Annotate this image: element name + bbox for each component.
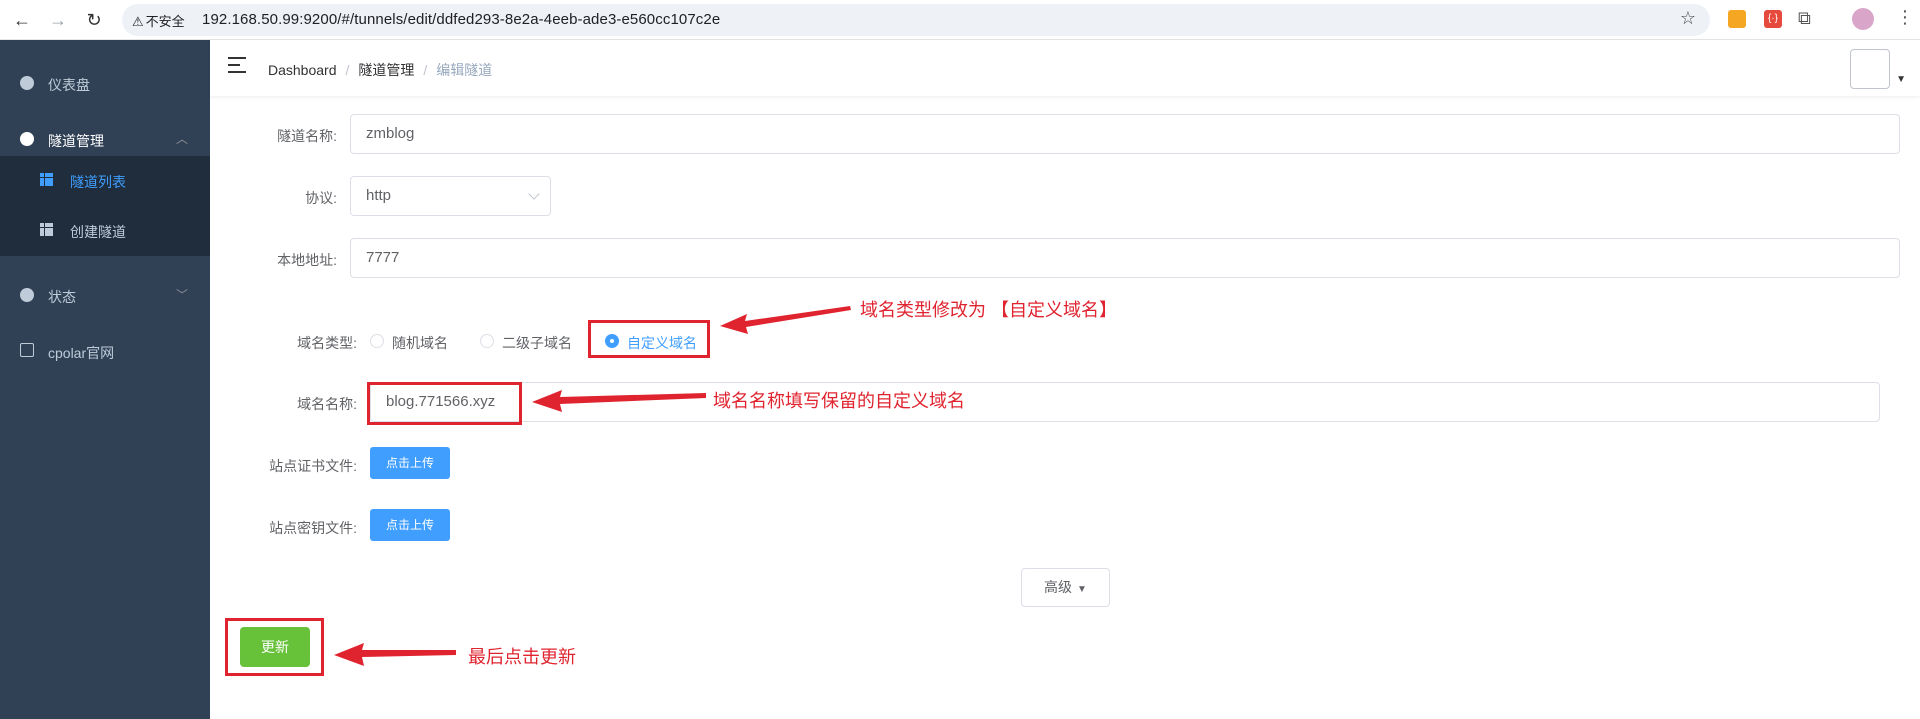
plus-circle-icon bbox=[20, 288, 34, 302]
grid-icon bbox=[40, 223, 53, 236]
sidebar-item-label: 创建隧道 bbox=[70, 224, 126, 240]
breadcrumb-edit-tunnel: 编辑隧道 bbox=[436, 62, 493, 78]
extension-json-icon[interactable]: {·} bbox=[1764, 10, 1782, 28]
key-file-label: 站点密钥文件: bbox=[269, 520, 357, 536]
chevron-down-icon bbox=[528, 188, 540, 200]
annotation-update-note: 最后点击更新 bbox=[468, 647, 576, 667]
tunnel-name-label: 隧道名称: bbox=[277, 128, 337, 144]
sidebar-item-status[interactable]: 状态 ﹀ bbox=[0, 268, 210, 324]
caret-down-icon: ▼ bbox=[1077, 584, 1087, 595]
protocol-value: http bbox=[366, 187, 392, 204]
annotation-domain-type-note: 域名类型修改为 【自定义域名】 bbox=[860, 300, 1117, 320]
sidebar-item-label: 隧道列表 bbox=[70, 174, 126, 190]
advanced-label: 高级 bbox=[1044, 579, 1073, 595]
sidebar-item-create-tunnel[interactable]: 创建隧道 bbox=[0, 206, 210, 256]
sidebar-item-label: 隧道管理 bbox=[48, 133, 104, 149]
advanced-button[interactable]: 高级 ▼ bbox=[1021, 568, 1110, 607]
reload-icon[interactable]: ↻ bbox=[82, 8, 106, 32]
annotation-arrows bbox=[334, 306, 851, 666]
local-address-input[interactable]: 7777 bbox=[350, 238, 1900, 278]
tunnel-name-input[interactable]: zmblog bbox=[350, 114, 1900, 154]
protocol-select[interactable]: http bbox=[350, 176, 551, 216]
browser-menu-icon[interactable]: ⋮ bbox=[1896, 7, 1914, 28]
annotation-box-update bbox=[225, 618, 324, 676]
dashboard-gauge-icon bbox=[20, 76, 34, 90]
caret-down-icon[interactable]: ▼ bbox=[1896, 74, 1906, 85]
extensions-puzzle-icon[interactable]: ⧉ bbox=[1798, 8, 1811, 29]
radio-circle bbox=[370, 334, 384, 348]
forward-arrow-icon[interactable]: → bbox=[46, 8, 70, 32]
bookmark-star-icon[interactable]: ☆ bbox=[1680, 8, 1696, 29]
breadcrumb-separator: / bbox=[423, 62, 428, 78]
breadcrumb: Dashboard / 隧道管理 / 编辑隧道 bbox=[268, 60, 492, 80]
sidebar-item-dashboard[interactable]: 仪表盘 bbox=[0, 56, 210, 112]
grid-icon bbox=[40, 173, 53, 186]
radio-circle bbox=[480, 334, 494, 348]
chevron-up-icon: ︿ bbox=[175, 132, 188, 146]
annotation-arrow-update bbox=[334, 643, 456, 666]
sidebar-item-label: cpolar官网 bbox=[48, 345, 115, 361]
avatar[interactable] bbox=[1850, 49, 1890, 89]
sidebar-item-cpolar-website[interactable]: cpolar官网 bbox=[0, 324, 210, 380]
plus-circle-icon bbox=[20, 132, 34, 146]
sidebar-item-label: 状态 bbox=[48, 289, 76, 305]
protocol-label: 协议: bbox=[305, 190, 337, 206]
address-bar[interactable]: ⚠ 不安全 192.168.50.99:9200/#/tunnels/edit/d… bbox=[122, 4, 1710, 36]
breadcrumb-separator: / bbox=[345, 62, 350, 78]
sidebar: 仪表盘 隧道管理 ︿ 隧道列表 创建隧道 状态 ﹀ cpolar官网 bbox=[0, 40, 210, 719]
security-indicator[interactable]: ⚠ 不安全 bbox=[132, 11, 185, 30]
domain-name-input[interactable]: blog.771566.xyz bbox=[370, 382, 1880, 422]
cert-file-label: 站点证书文件: bbox=[269, 458, 357, 474]
annotation-arrow-domain-type bbox=[720, 306, 851, 334]
annotation-domain-name-note: 域名名称填写保留的自定义域名 bbox=[713, 391, 965, 411]
domain-name-label: 域名名称: bbox=[297, 396, 357, 412]
url-text: 192.168.50.99:9200/#/tunnels/edit/ddfed2… bbox=[202, 11, 721, 28]
warning-triangle-icon: ⚠ bbox=[132, 14, 144, 29]
app-header: Dashboard / 隧道管理 / 编辑隧道 ▼ bbox=[210, 40, 1920, 96]
browser-toolbar: ← → ↻ ⚠ 不安全 192.168.50.99:9200/#/tunnels/… bbox=[0, 0, 1920, 40]
chevron-down-icon: ﹀ bbox=[175, 288, 188, 302]
extension-copy-icon[interactable] bbox=[1728, 10, 1746, 28]
annotation-box-domain-type bbox=[588, 320, 710, 358]
local-address-label: 本地地址: bbox=[277, 252, 337, 268]
back-arrow-icon[interactable]: ← bbox=[10, 8, 34, 32]
cert-upload-button[interactable]: 点击上传 bbox=[370, 447, 450, 479]
sidebar-item-tunnel-list[interactable]: 隧道列表 bbox=[0, 156, 210, 206]
domain-type-label: 域名类型: bbox=[297, 335, 357, 351]
key-upload-button[interactable]: 点击上传 bbox=[370, 509, 450, 541]
breadcrumb-tunnel-management[interactable]: 隧道管理 bbox=[358, 62, 414, 78]
annotation-box-domain-name bbox=[367, 382, 522, 425]
breadcrumb-dashboard[interactable]: Dashboard bbox=[268, 62, 337, 78]
profile-avatar-icon[interactable] bbox=[1852, 8, 1874, 30]
external-link-icon bbox=[20, 343, 34, 357]
hamburger-menu-icon[interactable] bbox=[228, 57, 246, 73]
sidebar-item-label: 仪表盘 bbox=[48, 77, 90, 93]
